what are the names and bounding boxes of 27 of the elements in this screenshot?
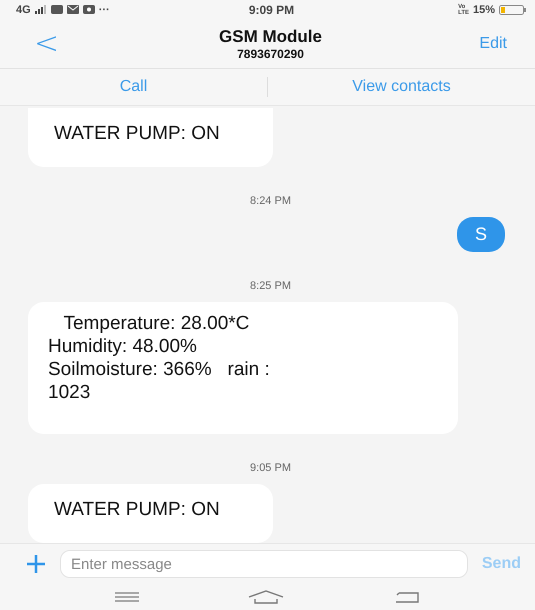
phone-number: 7893670290 <box>237 46 304 61</box>
notification-icon <box>50 5 63 14</box>
network-type: 4G <box>16 4 31 16</box>
edit-button[interactable]: Edit <box>447 34 507 53</box>
add-icon[interactable] <box>26 554 46 574</box>
timestamp: 8:24 PM <box>249 195 292 208</box>
timestamp: 8:25 PM <box>249 280 292 292</box>
timestamp: 9:05 PM <box>249 462 292 474</box>
notification-icon <box>82 5 95 14</box>
view-contacts-button[interactable]: View contacts <box>268 78 535 96</box>
received-message: Temperature: 28.00*C Humidity: 48.00% Soilmoisture: 366% rain : 1023 <box>28 302 458 434</box>
home-icon[interactable] <box>248 590 284 604</box>
back-icon[interactable] <box>394 591 420 604</box>
battery-percent: 15% <box>472 4 496 16</box>
received-message: WATER PUMP: ON <box>28 108 273 168</box>
call-button[interactable]: Call <box>0 78 267 96</box>
menu-icon[interactable] <box>114 592 139 602</box>
back-button[interactable]: < <box>34 26 94 62</box>
more-notifications: ··· <box>98 4 110 16</box>
sent-message: S <box>456 217 505 252</box>
battery-icon <box>499 4 528 15</box>
clock: 9:09 PM <box>248 2 294 17</box>
received-message: WATER PUMP: ON <box>28 484 273 544</box>
message-input[interactable]: Enter message <box>60 550 468 578</box>
contact-name: GSM Module <box>219 26 322 47</box>
signal-icon <box>34 5 47 14</box>
mail-icon <box>66 5 79 14</box>
